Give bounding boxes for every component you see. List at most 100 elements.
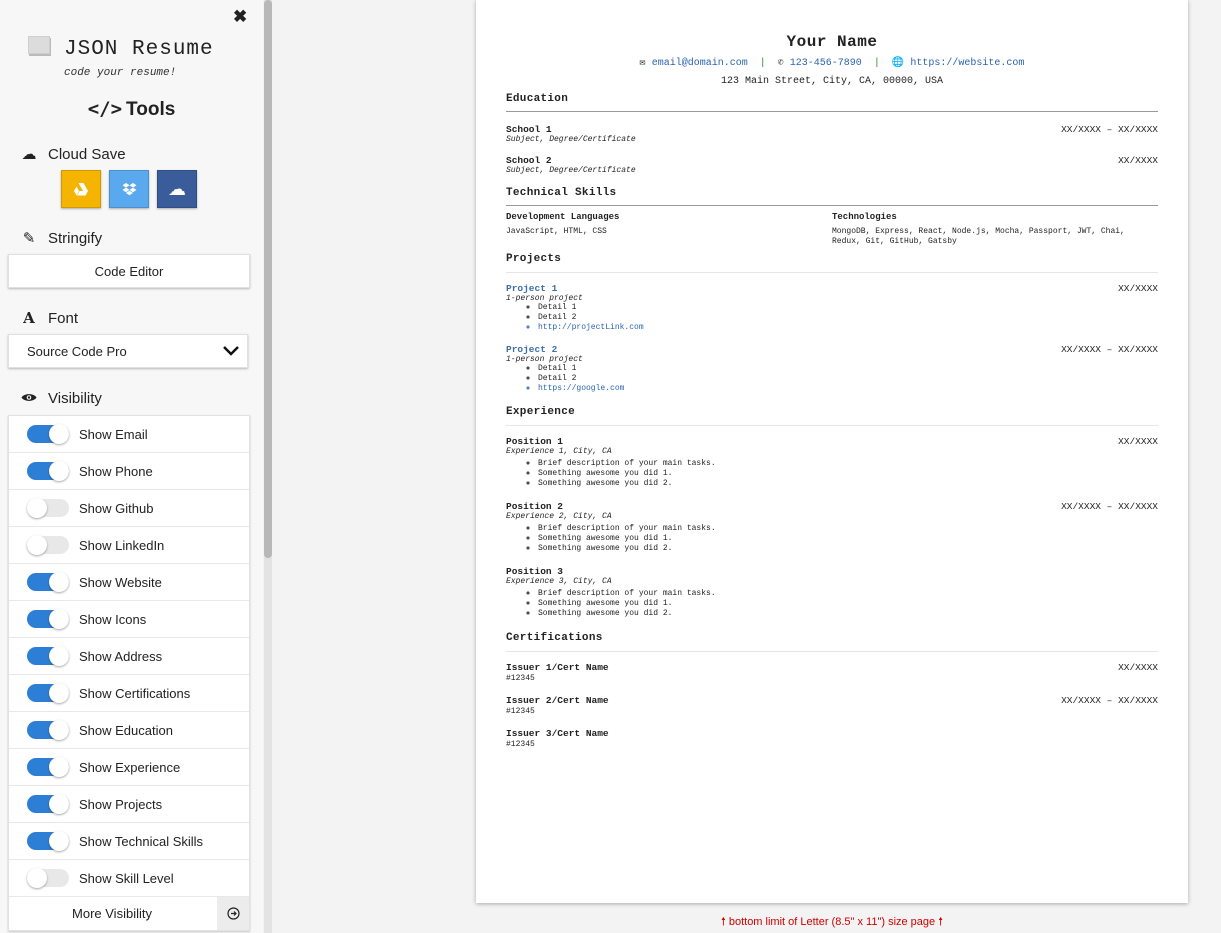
visibility-row: Show Website xyxy=(9,564,249,601)
visibility-row: Show Email xyxy=(9,416,249,453)
position-title: Position 1 xyxy=(506,436,564,447)
experience-heading: Experience xyxy=(506,406,576,418)
page-limit-note: 🠕 bottom limit of Letter (8.5" x 11") si… xyxy=(476,913,1188,932)
resume-address: 123 Main Street, City, CA, 00000, USA xyxy=(720,76,944,87)
chevron-down-icon xyxy=(223,343,239,360)
toggle-knob xyxy=(27,498,47,518)
tools-heading: </> Tools xyxy=(0,98,263,121)
visibility-toggle[interactable] xyxy=(27,535,69,555)
skills-column: Development Languages JavaScript, HTML, … xyxy=(506,212,806,236)
experience-item: Position 2 XX/XXXX – XX/XXXX Experience … xyxy=(506,501,1158,554)
arrow-up-icon: 🠕 xyxy=(721,916,726,928)
visibility-toggle[interactable] xyxy=(27,794,69,814)
education-degree: Subject, Degree/Certificate xyxy=(506,135,636,144)
visibility-toggle-label: Show Icons xyxy=(79,611,147,627)
education-heading: Education xyxy=(506,93,569,105)
list-item: Detail 2 xyxy=(538,313,1158,323)
project-link[interactable]: http://projectLink.com xyxy=(538,323,1158,333)
visibility-toggle-label: Show Address xyxy=(79,648,163,664)
experience-bullets: Brief description of your main tasks. So… xyxy=(506,459,1158,489)
visibility-row: Show Phone xyxy=(9,453,249,490)
visibility-row: Show Github xyxy=(9,490,249,527)
google-drive-button[interactable] xyxy=(61,170,101,208)
visibility-toggle-label: Show Phone xyxy=(79,463,153,479)
visibility-toggle[interactable] xyxy=(27,646,69,666)
list-item: Detail 1 xyxy=(538,364,1158,374)
cert-id: #12345 xyxy=(506,707,535,716)
education-degree: Subject, Degree/Certificate xyxy=(506,166,636,175)
education-item: School 2 XX/XXXX Subject, Degree/Certifi… xyxy=(506,155,1158,175)
stringify-heading: ✎ Stringify xyxy=(20,229,103,248)
visibility-toggle[interactable] xyxy=(27,757,69,777)
project-name[interactable]: Project 1 xyxy=(506,283,1158,294)
skills-column-text: MongoDB, Express, React, Node.js, Mocha,… xyxy=(832,227,1125,246)
experience-date: XX/XXXX xyxy=(1118,436,1158,447)
cert-name: Issuer 3/Cert Name xyxy=(506,728,609,739)
project-details: Detail 1 Detail 2 https://google.com xyxy=(506,364,1158,394)
projects-heading: Projects xyxy=(506,253,562,265)
list-item: Something awesome you did 2. xyxy=(538,479,1158,489)
resume-email-link[interactable]: email@domain.com xyxy=(652,58,748,69)
toggle-knob xyxy=(27,535,47,555)
font-selected-value: Source Code Pro xyxy=(27,343,127,359)
arrow-right-circle-icon[interactable] xyxy=(217,897,249,930)
list-item: Detail 1 xyxy=(538,303,1158,313)
close-icon[interactable]: ✖ xyxy=(233,7,247,27)
visibility-row: Show Skill Level xyxy=(9,860,249,897)
visibility-toggle[interactable] xyxy=(27,868,69,888)
cert-name: Issuer 1/Cert Name xyxy=(506,662,609,673)
visibility-toggle[interactable] xyxy=(27,720,69,740)
visibility-toggle-label: Show Github xyxy=(79,500,154,516)
education-date: XX/XXXX xyxy=(1118,155,1158,166)
project-subtitle: 1-person project xyxy=(506,355,583,364)
visibility-toggle[interactable] xyxy=(27,572,69,592)
contact-separator: | xyxy=(873,58,880,69)
visibility-toggle-label: Show Skill Level xyxy=(79,870,174,886)
project-date: XX/XXXX – XX/XXXX xyxy=(1061,344,1158,355)
visibility-toggle[interactable] xyxy=(27,831,69,851)
cert-id: #12345 xyxy=(506,674,535,683)
sidebar-scrollbar-thumb[interactable] xyxy=(264,0,272,558)
cloud-save-label: Cloud Save xyxy=(48,145,126,163)
experience-bullets: Brief description of your main tasks. So… xyxy=(506,589,1158,619)
visibility-toggle-label: Show Technical Skills xyxy=(79,833,204,849)
education-date: XX/XXXX – XX/XXXX xyxy=(1061,124,1158,135)
cloud-button[interactable]: ☁ xyxy=(157,170,197,208)
visibility-toggle-label: Show Projects xyxy=(79,796,163,812)
project-item: Project 2 XX/XXXX – XX/XXXX 1-person pro… xyxy=(506,344,1158,394)
more-visibility-button[interactable]: More Visibility xyxy=(9,906,215,921)
toggle-knob xyxy=(49,831,69,851)
list-item: Brief description of your main tasks. xyxy=(538,524,1158,534)
visibility-list: Show Email Show Phone Show Github Show Link… xyxy=(8,415,250,931)
visibility-toggle[interactable] xyxy=(27,683,69,703)
font-select[interactable]: Source Code Pro xyxy=(8,334,248,368)
list-item: Brief description of your main tasks. xyxy=(538,589,1158,599)
visibility-toggle-label: Show Website xyxy=(79,574,162,590)
resume-phone-link[interactable]: 123-456-7890 xyxy=(790,58,862,69)
toggle-knob xyxy=(49,683,69,703)
code-editor-button[interactable]: Code Editor xyxy=(8,254,250,288)
project-link[interactable]: https://google.com xyxy=(538,384,1158,394)
toggle-knob xyxy=(49,424,69,444)
visibility-toggle[interactable] xyxy=(27,461,69,481)
visibility-toggle-label: Show LinkedIn xyxy=(79,537,165,553)
visibility-toggle[interactable] xyxy=(27,498,69,518)
toggle-knob xyxy=(49,646,69,666)
visibility-toggle-label: Show Certifications xyxy=(79,685,191,701)
arrow-up-icon: 🠕 xyxy=(938,916,943,928)
visibility-toggle[interactable] xyxy=(27,609,69,629)
project-details: Detail 1 Detail 2 http://projectLink.com xyxy=(506,303,1158,333)
list-item: Detail 2 xyxy=(538,374,1158,384)
experience-bullets: Brief description of your main tasks. So… xyxy=(506,524,1158,554)
resume-contact: ✉ email@domain.com | ✆ 123-456-7890 | 🌐 … xyxy=(476,57,1188,69)
visibility-toggle-label: Show Education xyxy=(79,722,173,738)
envelope-icon: ✉ xyxy=(639,58,646,69)
dropbox-icon xyxy=(122,182,136,195)
dropbox-button[interactable] xyxy=(109,170,149,208)
experience-company: Experience 3, City, CA xyxy=(506,577,612,586)
toggle-knob xyxy=(49,794,69,814)
resume-website-link[interactable]: https://website.com xyxy=(910,58,1024,69)
visibility-toggle-label: Show Experience xyxy=(79,759,181,775)
stringify-label: Stringify xyxy=(48,229,103,247)
visibility-toggle[interactable] xyxy=(27,424,69,444)
